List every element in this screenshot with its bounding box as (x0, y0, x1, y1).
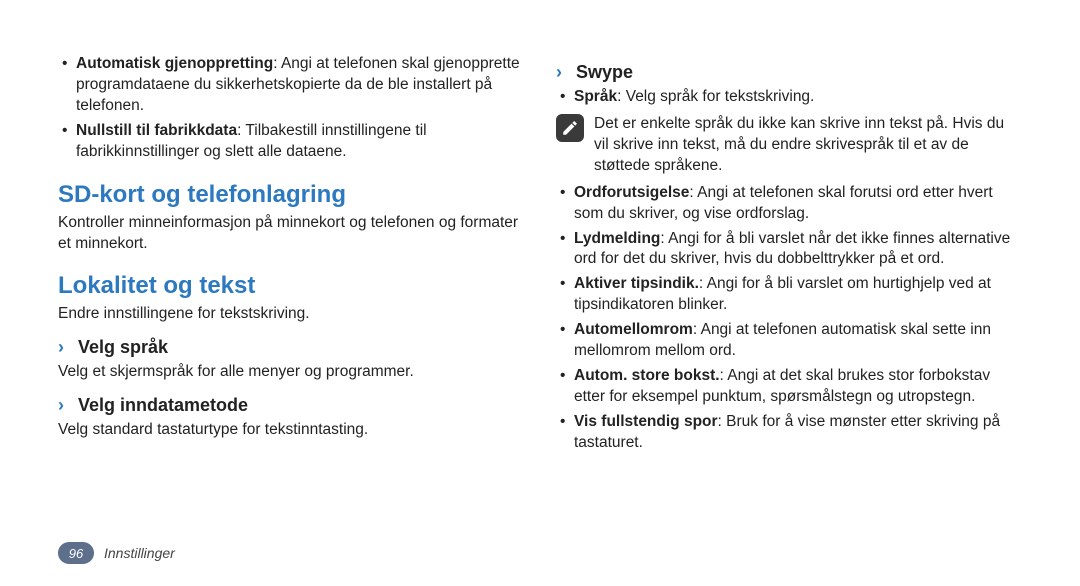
chevron-right-icon: › (556, 62, 570, 83)
swype-bullet-list: Ordforutsigelse: Angi at telefonen skal … (556, 183, 1022, 454)
pencil-note-icon (561, 119, 579, 137)
subheading-select-language: › Velg språk (58, 337, 524, 358)
paragraph-select-language: Velg et skjermspråk for alle menyer og p… (58, 362, 524, 383)
list-item: Nullstill til fabrikkdata: Tilbakestill … (58, 121, 524, 163)
subheading-swype: › Swype (556, 62, 1022, 83)
note-callout: Det er enkelte språk du ikke kan skrive … (556, 114, 1022, 177)
subheading-text: Swype (576, 62, 633, 82)
list-item: Ordforutsigelse: Angi at telefonen skal … (556, 183, 1022, 225)
bullet-lead: Lydmelding (574, 230, 660, 247)
bullet-lead: Språk (574, 88, 617, 105)
paragraph-input-method: Velg standard tastaturtype for tekstinnt… (58, 420, 524, 441)
heading-sd-storage: SD-kort og telefonlagring (58, 181, 524, 209)
left-column: Automatisk gjenoppretting: Angi at telef… (58, 50, 524, 458)
page-footer: 96 Innstillinger (58, 542, 175, 564)
bullet-lead: Autom. store bokst. (574, 367, 720, 384)
list-item: Automatisk gjenoppretting: Angi at telef… (58, 54, 524, 117)
restore-bullet-list: Automatisk gjenoppretting: Angi at telef… (58, 54, 524, 163)
heading-locale-text: Lokalitet og tekst (58, 272, 524, 300)
note-text: Det er enkelte språk du ikke kan skrive … (594, 114, 1022, 177)
chevron-right-icon: › (58, 395, 72, 416)
subheading-text: Velg inndatametode (78, 395, 248, 415)
paragraph-locale: Endre innstillingene for tekstskriving. (58, 304, 524, 325)
page-number: 96 (69, 546, 83, 561)
footer-section-name: Innstillinger (104, 545, 175, 561)
subheading-select-input-method: › Velg inndatametode (58, 395, 524, 416)
list-item: Aktiver tipsindik.: Angi for å bli varsl… (556, 274, 1022, 316)
swype-bullet-list-top: Språk: Velg språk for tekstskriving. (556, 87, 1022, 108)
bullet-lead: Ordforutsigelse (574, 184, 689, 201)
list-item: Vis fullstendig spor: Bruk for å vise mø… (556, 412, 1022, 454)
bullet-lead: Automatisk gjenoppretting (76, 55, 273, 72)
bullet-lead: Vis fullstendig spor (574, 413, 718, 430)
list-item: Lydmelding: Angi for å bli varslet når d… (556, 229, 1022, 271)
list-item: Autom. store bokst.: Angi at det skal br… (556, 366, 1022, 408)
bullet-text: : Velg språk for tekstskriving. (617, 88, 814, 105)
paragraph-sd: Kontroller minneinformasjon på minnekort… (58, 213, 524, 255)
bullet-lead: Nullstill til fabrikkdata (76, 122, 237, 139)
note-icon (556, 114, 584, 142)
page-body: Automatisk gjenoppretting: Angi at telef… (0, 0, 1080, 468)
list-item: Språk: Velg språk for tekstskriving. (556, 87, 1022, 108)
subheading-text: Velg språk (78, 337, 168, 357)
list-item: Automellomrom: Angi at telefonen automat… (556, 320, 1022, 362)
bullet-lead: Automellomrom (574, 321, 693, 338)
right-column: › Swype Språk: Velg språk for tekstskrivi… (556, 50, 1022, 458)
bullet-lead: Aktiver tipsindik. (574, 275, 699, 292)
page-number-badge: 96 (58, 542, 94, 564)
chevron-right-icon: › (58, 337, 72, 358)
